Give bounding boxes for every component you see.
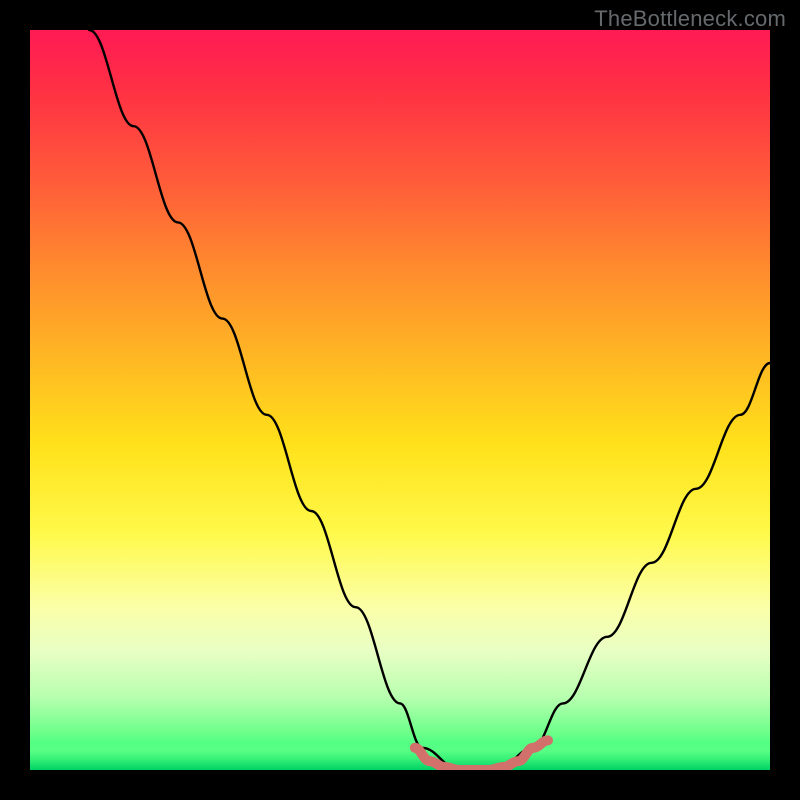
curve-layer <box>30 30 770 770</box>
plot-area <box>30 30 770 770</box>
bottom-marker-path <box>415 740 548 770</box>
watermark-text: TheBottleneck.com <box>594 6 786 32</box>
chart-frame: TheBottleneck.com <box>0 0 800 800</box>
v-curve-path <box>89 30 770 770</box>
